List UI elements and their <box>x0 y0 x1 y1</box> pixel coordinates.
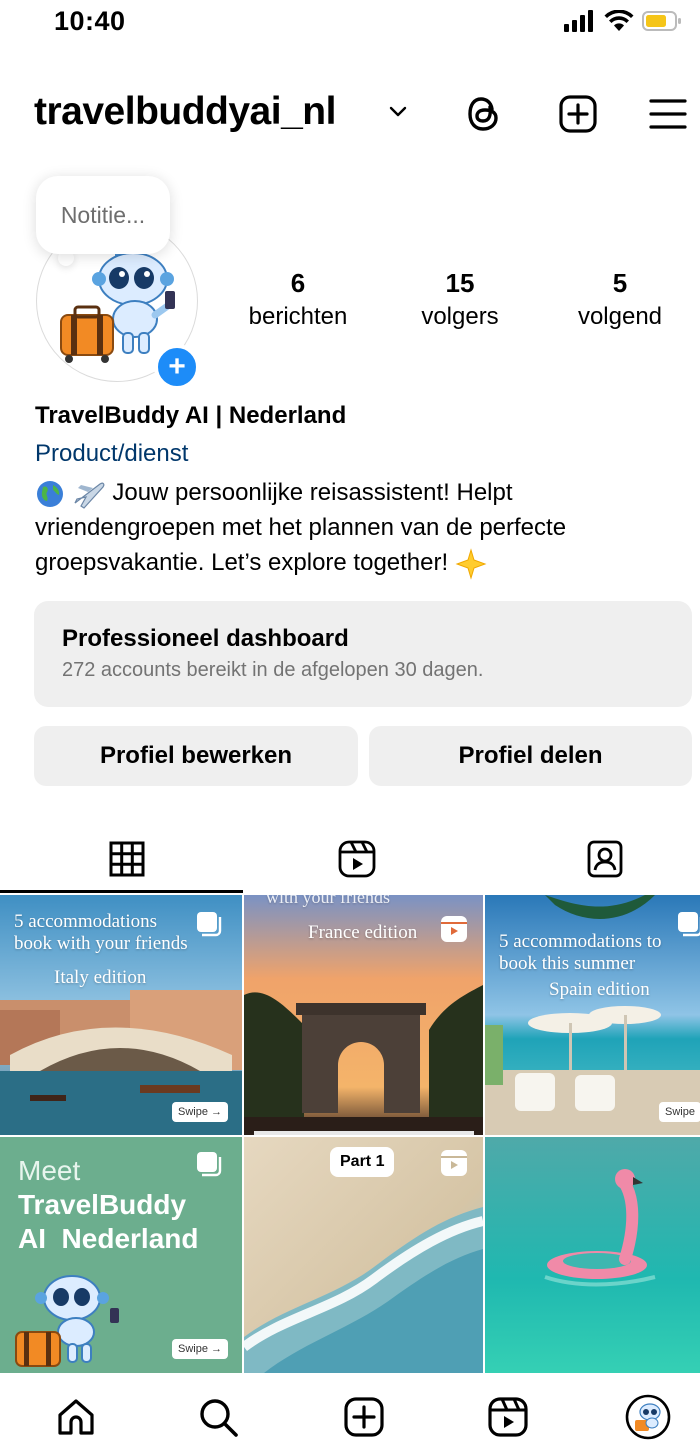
post-france-line1: with your friends <box>266 895 390 907</box>
post-italy-line2: book with your friends <box>14 933 188 954</box>
status-bar: 10:40 <box>0 0 700 60</box>
airplane-emoji-icon <box>74 482 105 509</box>
post-italy-line1: 5 accommodations <box>14 911 157 932</box>
add-story-button[interactable]: + <box>154 344 200 390</box>
stat-followers-label: volgers <box>421 303 499 330</box>
chevron-down-icon[interactable] <box>388 104 408 118</box>
create-plus-icon[interactable] <box>556 92 600 136</box>
nav-search[interactable] <box>190 1392 246 1442</box>
nav-create[interactable] <box>336 1392 392 1442</box>
stat-posts[interactable]: 6 berichten <box>218 268 378 331</box>
share-profile-button[interactable]: Profiel delen <box>369 726 692 786</box>
grid-icon <box>109 841 144 877</box>
stat-posts-label: berichten <box>248 303 348 330</box>
stat-followers-count: 15 <box>445 268 475 298</box>
swipe-tag: Swipe → <box>172 1102 229 1122</box>
bio-line-1: Jouw persoonlijke reisassistent! Helpt <box>112 479 513 506</box>
dashboard-title: Professioneel dashboard <box>62 625 349 652</box>
display-name: TravelBuddy AI | Nederland <box>35 402 347 429</box>
stat-followers[interactable]: 15 volgers <box>380 268 540 331</box>
active-tab-indicator <box>0 890 243 893</box>
post-meet-line2: TravelBuddy <box>18 1189 187 1220</box>
tab-tagged[interactable] <box>488 826 700 892</box>
dashboard-subtitle: 272 accounts bereikt in de afgelopen 30 … <box>62 659 484 681</box>
post-tile-france[interactable]: with your friends France edition <box>244 895 483 1135</box>
reels-icon <box>338 840 375 878</box>
professional-dashboard[interactable]: Professioneel dashboard 272 accounts ber… <box>34 601 692 707</box>
profile-avatar <box>625 1394 671 1440</box>
stat-following-label: volgend <box>577 303 663 330</box>
post-part-label: Part 1 <box>330 1147 395 1177</box>
post-spain-line3: Spain edition <box>549 979 650 1000</box>
post-tile-part1[interactable]: Part 1 <box>244 1137 483 1373</box>
bio-line-2: vriendengroepen met het plannen van de p… <box>35 514 567 541</box>
tab-posts-grid[interactable] <box>10 826 243 892</box>
cellular-signal-icon <box>564 10 593 32</box>
username[interactable]: travelbuddyai_nl <box>34 90 336 134</box>
nav-reels[interactable] <box>480 1392 536 1442</box>
profile-header: travelbuddyai_nl <box>0 82 700 146</box>
post-tile-meet[interactable]: Meet TravelBuddy AI Nederland Swipe → <box>0 1137 242 1373</box>
wifi-icon <box>604 10 634 31</box>
threads-icon[interactable] <box>462 92 506 136</box>
status-time: 10:40 <box>54 6 126 36</box>
post-tile-spain[interactable]: 5 accommodations to book this summer Spa… <box>485 895 700 1135</box>
bottom-navigation <box>0 1378 700 1448</box>
nav-home[interactable] <box>48 1392 104 1442</box>
post-france-line2: France edition <box>308 922 418 943</box>
tagged-person-icon <box>587 840 622 878</box>
robot-mascot-image <box>15 1275 119 1367</box>
sparkle-star-emoji-icon <box>455 547 487 580</box>
carousel-icon <box>197 912 222 937</box>
reel-icon <box>441 1150 467 1176</box>
menu-icon[interactable] <box>646 92 690 136</box>
bio-line-3: groepsvakantie. Let’s explore together! <box>35 549 449 576</box>
post-tile-flamingo[interactable] <box>485 1137 700 1373</box>
swipe-tag: Swipe → <box>172 1339 229 1359</box>
battery-icon <box>642 11 681 31</box>
category-label[interactable]: Product/dienst <box>35 440 188 468</box>
bio-text: Jouw persoonlijke reisassistent! Helpt v… <box>35 475 675 580</box>
swipe-tag: Swipe <box>659 1102 700 1122</box>
home-icon <box>58 1399 94 1435</box>
stat-following[interactable]: 5 volgend <box>540 268 700 331</box>
create-icon <box>344 1397 384 1437</box>
post-meet-line1: Meet <box>18 1155 81 1186</box>
post-meet-line3: AI Nederland <box>18 1223 199 1254</box>
status-icons <box>564 10 682 32</box>
reel-icon <box>441 916 467 942</box>
nav-profile[interactable] <box>620 1392 676 1442</box>
stat-following-count: 5 <box>612 268 628 298</box>
tab-reels[interactable] <box>240 826 473 892</box>
flamingo-float-photo <box>485 1137 700 1373</box>
carousel-icon <box>678 912 700 937</box>
note-bubble[interactable]: Notitie... <box>36 176 170 254</box>
edit-profile-button[interactable]: Profiel bewerken <box>34 726 358 786</box>
reels-icon <box>488 1397 528 1437</box>
post-spain-line1: 5 accommodations to <box>499 931 662 952</box>
post-italy-line3: Italy edition <box>54 967 147 988</box>
stat-posts-count: 6 <box>290 268 306 298</box>
carousel-icon <box>197 1152 222 1177</box>
globe-emoji-icon <box>37 480 63 507</box>
post-tile-italy[interactable]: 5 accommodations book with your friends … <box>0 895 242 1135</box>
post-spain-line2: book this summer <box>499 953 636 974</box>
search-icon <box>200 1399 238 1437</box>
